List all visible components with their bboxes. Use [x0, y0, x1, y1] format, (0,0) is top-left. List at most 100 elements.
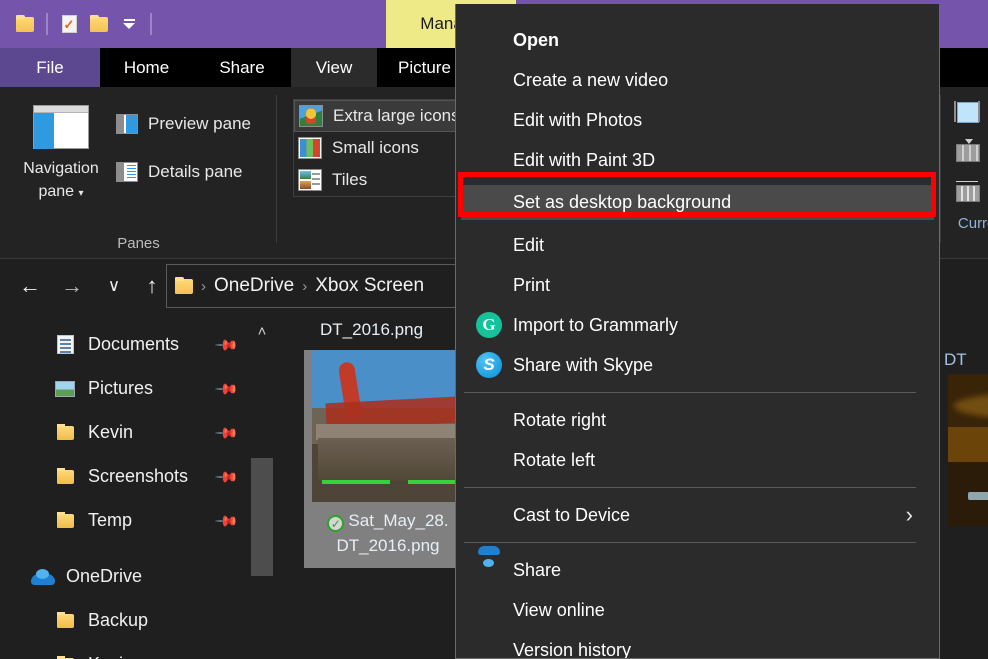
pin-icon[interactable]: 📌: [214, 464, 239, 490]
navigation-pane-label-line1: Navigation: [23, 160, 99, 177]
recent-locations-button[interactable]: ∨: [100, 272, 128, 300]
sidebar-item-onedrive[interactable]: OneDrive: [0, 556, 247, 597]
sidebar-item-backup[interactable]: Backup: [0, 600, 247, 641]
sort-by-icon: [954, 100, 980, 124]
tiles-icon: [298, 169, 322, 191]
menu-item-label: Import to Grammarly: [513, 314, 679, 335]
sidebar-item-kevin-onedrive[interactable]: Kevin: [0, 644, 247, 659]
folder-icon: [90, 14, 108, 32]
details-pane-label: Details pane: [148, 162, 243, 181]
folder-icon: [52, 511, 78, 528]
chevron-down-icon: ▾: [78, 188, 84, 199]
breadcrumb-separator: ›: [302, 277, 308, 295]
size-all-columns-icon: [954, 178, 980, 202]
sidebar-item-label: Kevin: [88, 654, 133, 659]
navigation-pane-button[interactable]: Navigation pane ▾: [9, 99, 113, 217]
menu-item-share-with-skype[interactable]: S Share with Skype: [456, 345, 939, 385]
divider: [150, 13, 152, 35]
qat-customize-button[interactable]: [114, 9, 144, 39]
menu-item-set-as-desktop-background[interactable]: Set as desktop background: [461, 185, 934, 220]
file-name-line1: Sat_May_28.: [348, 511, 449, 530]
folder-icon: [16, 14, 34, 32]
onedrive-icon: [30, 568, 56, 585]
sort-by-button[interactable]: Sort by: [954, 100, 988, 124]
divider: [276, 95, 277, 243]
sidebar-item-label: Screenshots: [88, 466, 189, 486]
sidebar-item-pictures[interactable]: Pictures 📌: [0, 368, 247, 409]
ribbon-group-label-panes: Panes: [117, 235, 160, 252]
menu-item-edit-with-paint-3d[interactable]: Edit with Paint 3D: [456, 140, 939, 180]
divider: [46, 13, 48, 35]
sidebar-item-temp[interactable]: Temp 📌: [0, 500, 247, 541]
menu-item-print[interactable]: Print: [456, 265, 939, 305]
up-button[interactable]: ↑: [138, 272, 166, 300]
preview-pane-button[interactable]: Preview pane: [116, 114, 251, 134]
tab-file[interactable]: File: [0, 48, 100, 87]
pin-icon[interactable]: 📌: [214, 376, 239, 402]
menu-item-open[interactable]: Open: [456, 20, 939, 60]
layout-small-icons[interactable]: Small icons: [294, 132, 482, 164]
file-name: ✓ Sat_May_28. DT_2016.png: [304, 502, 472, 568]
back-button[interactable]: ←: [16, 272, 44, 300]
list-item[interactable]: ✓We T_2: [940, 374, 988, 592]
pin-icon[interactable]: 📌: [214, 332, 239, 358]
menu-item-rotate-left[interactable]: Rotate left: [456, 440, 939, 480]
sidebar-item-label: Backup: [88, 610, 149, 630]
forward-button[interactable]: →: [58, 272, 86, 300]
qat-properties-button[interactable]: [10, 9, 40, 39]
breadcrumb-item-xbox-screenshots[interactable]: Xbox Screen: [315, 275, 424, 297]
menu-item-rotate-right[interactable]: Rotate right: [456, 400, 939, 440]
navigation-pane-icon: [33, 105, 89, 149]
grammarly-icon: G: [476, 312, 502, 338]
ribbon-group-panes: Navigation pane ▾ Preview pane Details p…: [0, 87, 277, 258]
menu-separator: [464, 487, 916, 488]
scroll-up-button[interactable]: ˄: [249, 316, 275, 346]
menu-item-create-a-new-video[interactable]: Create a new video: [456, 60, 939, 100]
menu-item-edit-with-photos[interactable]: Edit with Photos: [456, 100, 939, 140]
details-pane-button[interactable]: Details pane: [116, 162, 243, 182]
breadcrumb-separator: ›: [201, 277, 206, 295]
qat-new-folder-button[interactable]: [84, 9, 114, 39]
document-icon: [52, 335, 78, 354]
tab-home[interactable]: Home: [100, 48, 193, 87]
add-columns-button[interactable]: Add columns: [954, 139, 988, 163]
folder-icon: [52, 423, 78, 440]
chevron-right-icon: ›: [905, 502, 913, 527]
file-name-line2: DT_2016.png: [336, 536, 440, 555]
pin-icon[interactable]: 📌: [214, 420, 239, 446]
file-explorer-window: Manage File Home Share View Picture Tool…: [0, 0, 988, 659]
tab-view[interactable]: View: [291, 48, 377, 87]
sidebar-item-documents[interactable]: Documents 📌: [0, 324, 247, 365]
pin-icon[interactable]: 📌: [214, 508, 239, 534]
file-thumbnail: [312, 350, 464, 502]
menu-item-cast-to-device[interactable]: Cast to Device ›: [456, 495, 939, 535]
sidebar-item-screenshots[interactable]: Screenshots 📌: [0, 456, 247, 497]
red-rocket-screenshot-image: [312, 350, 464, 502]
tab-share[interactable]: Share: [193, 48, 291, 87]
folder-icon: [175, 276, 193, 294]
menu-item-view-online[interactable]: View online: [456, 590, 939, 630]
navigation-pane-label-line2: pane: [38, 183, 75, 200]
breadcrumb-item-onedrive[interactable]: OneDrive: [214, 275, 294, 297]
sidebar-item-label: Documents: [88, 334, 180, 354]
menu-item-version-history[interactable]: Version history: [456, 630, 939, 659]
sidebar-item-label: Kevin: [88, 422, 134, 442]
layout-extra-large-icons[interactable]: Extra large icons: [294, 100, 482, 132]
list-item[interactable]: ✓ Sat_May_28. DT_2016.png: [304, 350, 472, 568]
checked-doc-icon: [61, 15, 77, 33]
size-all-columns-button[interactable]: Size all columns to fit: [954, 178, 988, 202]
layout-tiles[interactable]: Tiles: [294, 164, 482, 196]
menu-item-label: Share with Skype: [513, 354, 654, 375]
sidebar-scrollbar-thumb[interactable]: [251, 458, 273, 576]
qat-select-button[interactable]: [54, 9, 84, 39]
details-pane-icon: [116, 162, 138, 182]
menu-item-import-to-grammarly[interactable]: G Import to Grammarly: [456, 305, 939, 345]
folder-icon: [52, 467, 78, 484]
menu-item-edit[interactable]: Edit: [456, 225, 939, 265]
onedrive-icon: [476, 557, 502, 583]
menu-item-share[interactable]: Share: [456, 550, 939, 590]
context-menu: Open Create a new video Edit with Photos…: [455, 4, 940, 659]
pictures-icon: [52, 380, 78, 397]
sidebar-item-kevin[interactable]: Kevin 📌: [0, 412, 247, 453]
preview-pane-icon: [116, 114, 138, 134]
